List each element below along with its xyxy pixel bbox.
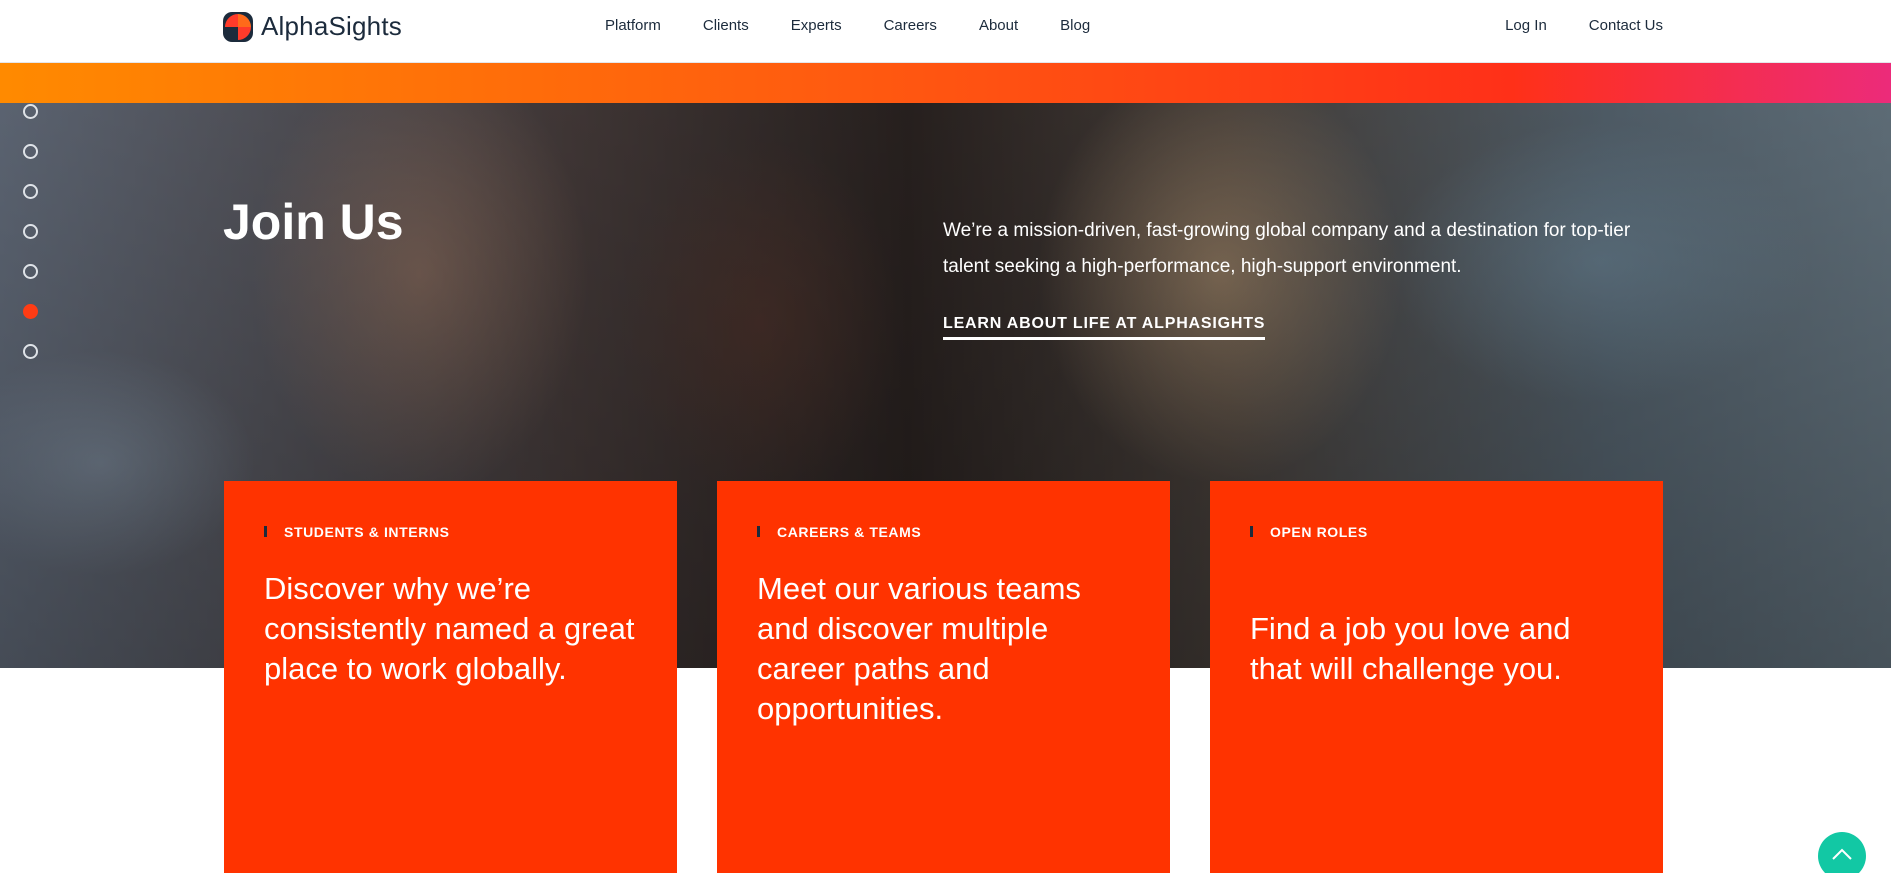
main-nav: Platform Clients Experts Careers About B… [605,17,1090,34]
slide-dot-5[interactable] [23,264,38,279]
hero-title: Join Us [223,194,404,250]
gradient-banner [0,63,1891,103]
nav-experts[interactable]: Experts [791,17,842,34]
card-text: Find a job you love and that will challe… [1250,611,1571,686]
alphasights-logo-icon [223,11,253,42]
card-open-roles[interactable]: OPEN ROLES Find a job you love and that … [1210,481,1663,873]
slide-dot-4[interactable] [23,224,38,239]
card-label: CAREERS & TEAMS [757,524,921,540]
login-link[interactable]: Log In [1505,17,1547,34]
nav-platform[interactable]: Platform [605,17,661,34]
nav-careers[interactable]: Careers [884,17,937,34]
slide-dot-2[interactable] [23,144,38,159]
nav-blog[interactable]: Blog [1060,17,1090,34]
card-careers-teams[interactable]: CAREERS & TEAMS Meet our various teams a… [717,481,1170,873]
logo[interactable]: AlphaSights [223,11,402,42]
scroll-top-button[interactable] [1818,832,1866,873]
hero-description: We’re a mission-driven, fast-growing glo… [943,220,1631,277]
header-actions: Log In Contact Us [1505,17,1663,34]
slide-dot-1[interactable] [23,104,38,119]
nav-clients[interactable]: Clients [703,17,749,34]
logo-text: AlphaSights [261,11,402,41]
slide-dot-6[interactable] [23,304,38,319]
site-header: AlphaSights Platform Clients Experts Car… [0,0,1891,63]
slide-dot-7[interactable] [23,344,38,359]
card-students-interns[interactable]: STUDENTS & INTERNS Discover why we’re co… [224,481,677,873]
life-at-alphasights-link[interactable]: LEARN ABOUT LIFE AT ALPHASIGHTS [943,315,1266,340]
card-text: Meet our various teams and discover mult… [757,571,1081,726]
card-text: Discover why we’re consistently named a … [264,571,635,686]
contact-link[interactable]: Contact Us [1589,17,1663,34]
card-label: OPEN ROLES [1250,524,1368,540]
nav-about[interactable]: About [979,17,1018,34]
card-label: STUDENTS & INTERNS [264,524,450,540]
slide-dot-3[interactable] [23,184,38,199]
chevron-up-icon [1832,848,1852,860]
